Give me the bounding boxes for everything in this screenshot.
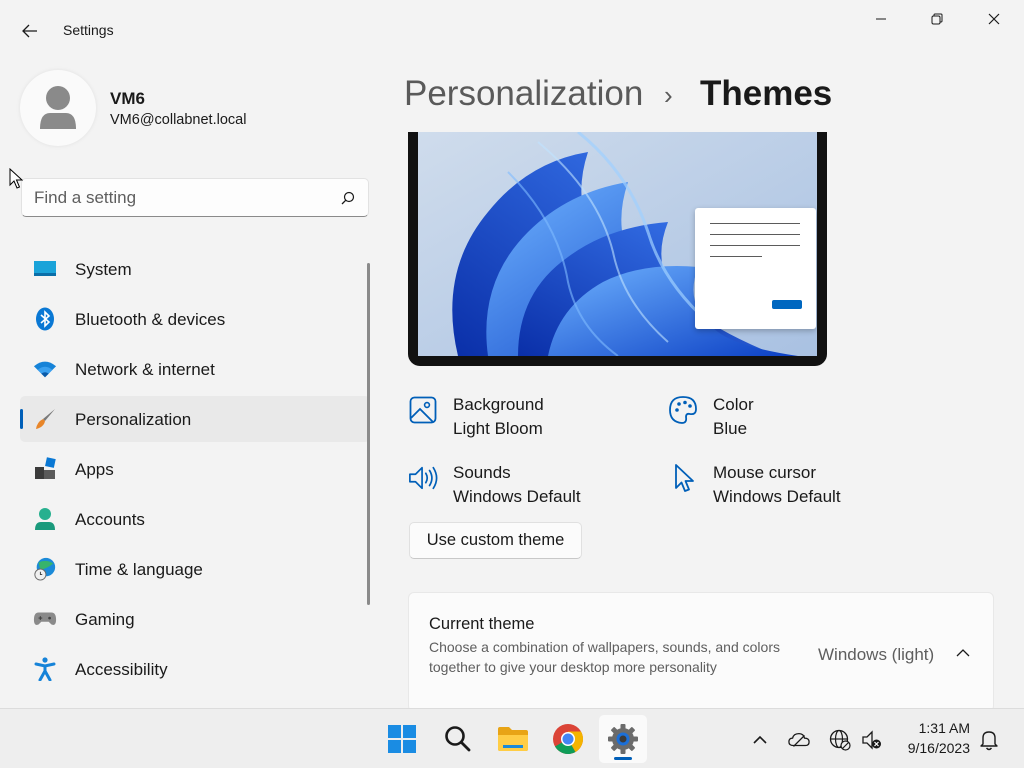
taskbar-search-button[interactable]	[434, 715, 482, 763]
sidebar-item-network[interactable]: Network & internet	[20, 346, 370, 392]
mouse-cursor-setting[interactable]: Mouse cursor Windows Default	[668, 463, 898, 511]
sidebar-item-label: Gaming	[75, 610, 135, 629]
paintbrush-icon	[33, 407, 57, 431]
current-theme-description: Choose a combination of wallpapers, soun…	[429, 639, 780, 675]
chrome-button[interactable]	[544, 715, 592, 763]
user-email: VM6@collabnet.local	[110, 112, 247, 128]
speaker-icon	[408, 463, 438, 493]
background-value: Light Bloom	[453, 419, 543, 438]
sidebar-item-accounts[interactable]: Accounts	[20, 496, 370, 542]
bluetooth-icon	[33, 307, 57, 331]
sidebar-item-bluetooth[interactable]: Bluetooth & devices	[20, 296, 370, 342]
user-name: VM6	[110, 89, 145, 108]
settings-icon	[608, 724, 638, 754]
sidebar-item-label: Apps	[75, 460, 114, 479]
image-icon	[408, 395, 438, 425]
gamepad-icon	[33, 607, 57, 631]
restore-icon	[931, 13, 943, 25]
restore-button[interactable]	[914, 4, 960, 34]
onedrive-icon[interactable]	[788, 729, 810, 751]
back-arrow-icon	[22, 24, 37, 38]
globe-clock-icon	[33, 557, 57, 581]
sidebar-item-label: Network & internet	[75, 360, 215, 379]
apps-icon	[33, 457, 57, 481]
clock-time[interactable]: 1:31 AM	[919, 720, 970, 736]
mouse-cursor-value: Windows Default	[713, 487, 841, 506]
wifi-icon	[33, 357, 57, 381]
user-icon	[40, 86, 76, 129]
search-icon[interactable]	[340, 190, 356, 206]
sidebar-item-label: Accessibility	[75, 660, 168, 679]
sidebar-item-label: Personalization	[75, 410, 192, 429]
palette-icon	[668, 395, 698, 425]
mouse-cursor-title: Mouse cursor	[713, 463, 816, 482]
taskbar-active-indicator	[614, 757, 632, 760]
volume-muted-icon[interactable]	[861, 729, 883, 751]
file-explorer-button[interactable]	[489, 715, 537, 763]
close-icon	[988, 13, 1000, 25]
sounds-setting[interactable]: Sounds Windows Default	[408, 463, 638, 511]
active-indicator	[20, 409, 23, 429]
current-theme-title: Current theme	[429, 615, 535, 633]
color-setting[interactable]: Color Blue	[668, 395, 898, 443]
theme-preview	[408, 132, 827, 366]
settings-taskbar-button[interactable]	[599, 715, 647, 763]
sidebar-nav: System Bluetooth & devices Network & int…	[20, 246, 370, 696]
chrome-icon	[553, 724, 584, 755]
sounds-value: Windows Default	[453, 487, 581, 506]
sidebar-item-label: System	[75, 260, 132, 279]
clock-date[interactable]: 9/16/2023	[908, 740, 970, 756]
system-icon	[33, 257, 57, 281]
sidebar-item-accessibility[interactable]: Accessibility	[20, 646, 370, 692]
sounds-title: Sounds	[453, 463, 511, 482]
search-input[interactable]	[34, 187, 324, 209]
color-value: Blue	[713, 419, 748, 438]
background-setting[interactable]: Background Light Bloom	[408, 395, 638, 443]
preview-dialog-window	[695, 208, 816, 329]
sidebar-item-personalization[interactable]: Personalization	[20, 396, 370, 442]
close-button[interactable]	[971, 4, 1017, 34]
current-theme-value: Windows (light)	[818, 645, 935, 664]
current-theme-card[interactable]: Current theme Choose a combination of wa…	[408, 592, 994, 712]
file-explorer-icon	[498, 727, 528, 751]
sidebar-item-label: Time & language	[75, 560, 203, 579]
accessibility-icon	[33, 657, 57, 681]
accounts-icon	[33, 507, 57, 531]
minimize-icon	[876, 18, 886, 20]
breadcrumb-parent[interactable]: Personalization	[404, 74, 643, 114]
breadcrumb-separator: ›	[664, 80, 673, 110]
mouse-pointer-icon	[9, 168, 23, 189]
wallpaper-preview	[418, 132, 817, 356]
search-box[interactable]	[21, 178, 369, 217]
sidebar-item-system[interactable]: System	[20, 246, 370, 292]
sidebar-item-time-language[interactable]: Time & language	[20, 546, 370, 592]
page-title: Themes	[700, 74, 833, 113]
app-title: Settings	[63, 22, 114, 38]
chevron-up-icon[interactable]	[955, 645, 971, 661]
cursor-icon	[668, 463, 698, 493]
sidebar-item-label: Bluetooth & devices	[75, 310, 226, 329]
avatar[interactable]	[20, 70, 96, 146]
use-custom-theme-button[interactable]: Use custom theme	[409, 522, 582, 559]
network-icon[interactable]	[829, 729, 851, 751]
start-button[interactable]	[378, 715, 426, 763]
background-title: Background	[453, 395, 544, 414]
minimize-button[interactable]	[858, 4, 904, 34]
title-bar: Settings	[0, 0, 1024, 62]
notification-bell-icon[interactable]	[978, 729, 1000, 751]
taskbar	[0, 708, 1024, 768]
back-button[interactable]	[14, 16, 46, 46]
start-icon	[388, 725, 416, 753]
sidebar-scrollbar[interactable]	[367, 263, 370, 605]
color-title: Color	[713, 395, 754, 414]
chevron-up-icon[interactable]	[749, 729, 771, 751]
sidebar-item-apps[interactable]: Apps	[20, 446, 370, 492]
sidebar-item-gaming[interactable]: Gaming	[20, 596, 370, 642]
search-icon	[445, 726, 471, 752]
sidebar-item-label: Accounts	[75, 510, 145, 529]
